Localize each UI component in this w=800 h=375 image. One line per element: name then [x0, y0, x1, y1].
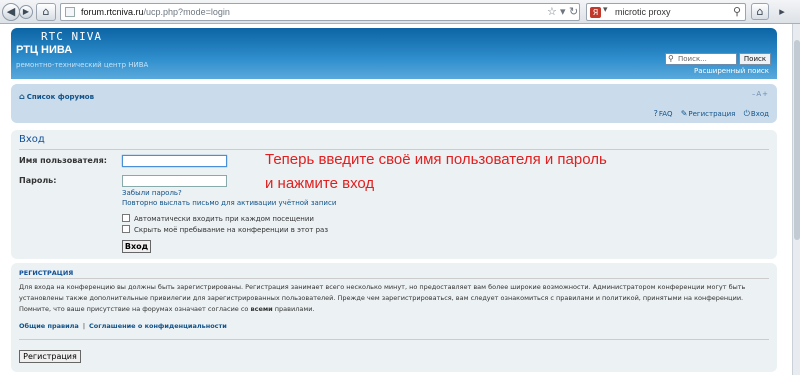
resend-activation-link[interactable]: Повторно выслать письмо для активации уч… [122, 199, 336, 207]
url-path: /ucp.php?mode=login [143, 7, 230, 17]
instruction-line-1: Теперь введите своё имя пользователя и п… [265, 151, 607, 168]
browser-search-bar[interactable]: Я ▾ microtic proxy ⚲ [586, 3, 746, 21]
privacy-link[interactable]: Соглашение о конфиденциальности [89, 322, 227, 330]
url-domain: forum.rtcniva.ru [81, 7, 144, 17]
divider [19, 278, 769, 279]
registration-text-line-2: установлены также дополнительные привиле… [19, 294, 744, 302]
password-label: Пароль: [19, 176, 57, 185]
home-icon[interactable]: ⌂ [36, 3, 56, 21]
page-scrollbar[interactable] [792, 24, 800, 375]
link-separator: | [82, 322, 86, 330]
forum-index-label: Список форумов [26, 93, 95, 101]
scrollbar-thumb[interactable] [794, 40, 800, 240]
divider [19, 339, 769, 340]
search-placeholder: Поиск... [678, 55, 707, 63]
site-header: RTC NIVA РТЦ НИВА ремонтно-технический ц… [11, 28, 777, 79]
engine-dropdown-icon[interactable]: ▾ [603, 5, 608, 15]
login-panel: Вход Имя пользователя: Пароль: Забыли па… [11, 130, 777, 259]
terms-link[interactable]: Общие правила [19, 322, 79, 330]
hide-online-row[interactable]: Скрыть моё пребывание на конференции в э… [122, 225, 328, 234]
browser-toolbar: ◀ ▶ ⌂ forum.rtcniva.ru/ucp.php?mode=logi… [0, 0, 800, 24]
home-page-icon[interactable]: ⌂ [751, 3, 769, 20]
reload-icon[interactable]: ↻ [569, 5, 578, 18]
nav-links: ?FAQ ✎Регистрация ⏻Вход [648, 109, 769, 119]
autologin-checkbox[interactable] [122, 214, 130, 222]
site-description: ремонтно-технический центр НИВА [16, 61, 149, 69]
search-input[interactable]: ⚲ Поиск... [665, 53, 737, 65]
home-icon: ⌂ [19, 92, 25, 101]
faq-link[interactable]: ?FAQ [653, 109, 673, 118]
browser-search-value[interactable]: microtic proxy [615, 7, 671, 17]
menu-icon[interactable]: ▸ [773, 3, 791, 21]
advanced-search-link[interactable]: Расширенный поиск [694, 67, 769, 75]
question-icon: ? [653, 109, 658, 118]
page-favicon-icon [65, 7, 75, 17]
registration-text-line-1: Для входа на конференцию вы должны быть … [19, 283, 746, 291]
username-label: Имя пользователя: [19, 156, 107, 165]
divider [19, 149, 769, 150]
login-title: Вход [19, 134, 45, 145]
password-field[interactable] [122, 175, 227, 187]
site-name[interactable]: РТЦ НИВА [16, 44, 72, 56]
registration-panel: РЕГИСТРАЦИЯ Для входа на конференцию вы … [11, 263, 777, 372]
username-field[interactable] [122, 155, 227, 167]
forgot-password-link[interactable]: Забыли пароль? [122, 189, 182, 197]
forward-button[interactable]: ▶ [19, 5, 33, 19]
search-button[interactable]: Поиск [739, 53, 771, 65]
search-icon: ⚲ [668, 54, 674, 63]
pencil-icon: ✎ [680, 109, 688, 118]
register-button[interactable]: Регистрация [19, 350, 81, 363]
login-button[interactable]: Вход [122, 240, 151, 253]
address-bar[interactable]: forum.rtcniva.ru/ucp.php?mode=login ☆ ▾ … [60, 3, 580, 21]
search-engine-icon[interactable]: Я [590, 7, 601, 18]
registration-links: Общие правила | Соглашение о конфиденциаль… [19, 322, 227, 330]
dropdown-arrow-icon[interactable]: ▾ [560, 5, 566, 18]
registration-text-line-3: Помните, что ваше присутствие на форумах… [19, 305, 315, 313]
autologin-row[interactable]: Автоматически входить при каждом посещен… [122, 214, 314, 223]
hide-online-checkbox[interactable] [122, 225, 130, 233]
forum-index-link[interactable]: ⌂ Список форумов [19, 92, 94, 101]
autologin-label: Автоматически входить при каждом посещен… [134, 215, 314, 223]
search-icon[interactable]: ⚲ [733, 5, 741, 18]
registration-title: РЕГИСТРАЦИЯ [19, 269, 74, 277]
instruction-line-2: и нажмите вход [265, 175, 375, 192]
back-button[interactable]: ◀ [2, 3, 20, 21]
bookmark-star-icon[interactable]: ☆ [547, 5, 557, 18]
navbar: ⌂ Список форумов –A+ ?FAQ ✎Регистрация ⏻В… [11, 84, 777, 123]
login-link[interactable]: ⏻Вход [743, 109, 769, 118]
overlay-title: RTC NIVA [41, 30, 102, 43]
registration-text: Для входа на конференцию вы должны быть … [19, 282, 771, 315]
font-size-control[interactable]: –A+ [752, 90, 769, 98]
register-link[interactable]: ✎Регистрация [680, 109, 736, 118]
power-icon: ⏻ [743, 109, 750, 118]
hide-online-label: Скрыть моё пребывание на конференции в э… [134, 226, 329, 234]
